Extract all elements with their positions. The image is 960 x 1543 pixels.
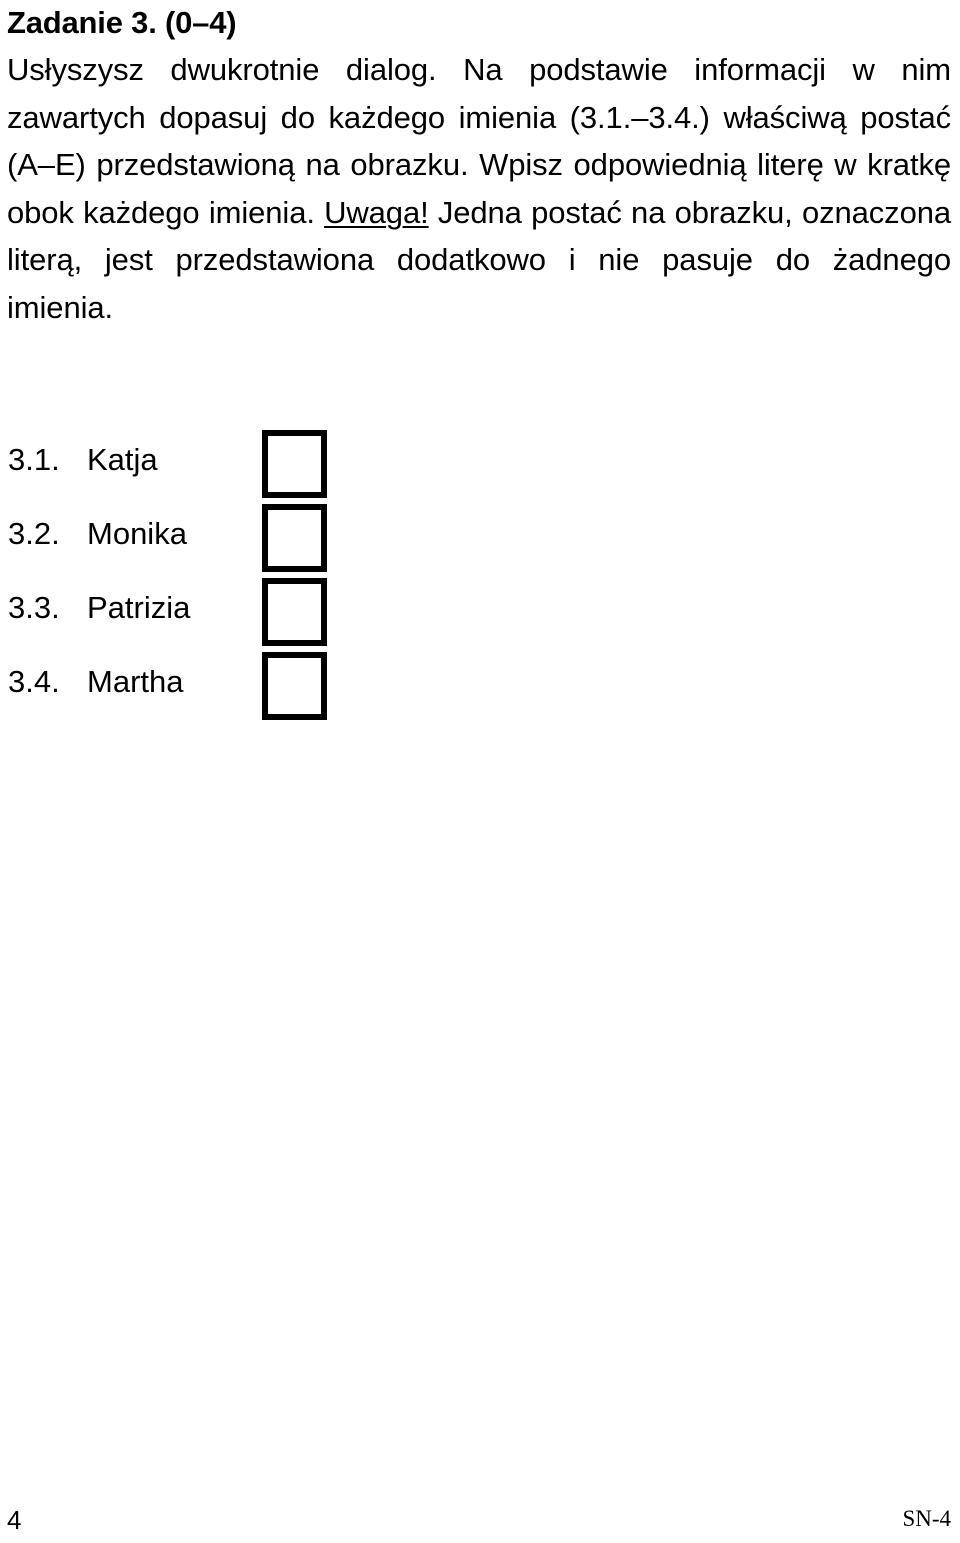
page-number: 4 xyxy=(7,1505,22,1535)
task-title: Zadanie 3. (0–4) xyxy=(7,5,237,40)
answer-row: 3.4. Martha xyxy=(7,650,407,724)
answer-row: 3.2. Monika xyxy=(7,502,407,576)
answer-name: Monika xyxy=(87,516,187,551)
exam-page: Zadanie 3. (0–4) Usłyszysz dwukrotnie di… xyxy=(0,0,960,1543)
answer-row: 3.1. Katja xyxy=(7,428,407,502)
answer-name: Katja xyxy=(87,442,158,477)
instruction-part-1: Usłyszysz dwukrotnie dialog. Na podstawi… xyxy=(7,52,951,87)
task-content: Zadanie 3. (0–4) Usłyszysz dwukrotnie di… xyxy=(7,0,951,331)
answer-box-3-4[interactable] xyxy=(262,652,327,720)
answer-row: 3.3. Patrizia xyxy=(7,576,407,650)
answer-name: Martha xyxy=(87,664,184,699)
answer-box-3-1[interactable] xyxy=(262,430,327,498)
answer-name: Patrizia xyxy=(87,590,191,625)
instruction-part-2: zawartych dopasuj do każdego imienia (3.… xyxy=(7,99,847,135)
answer-number: 3.4. xyxy=(8,664,60,699)
exam-code: SN-4 xyxy=(902,1506,951,1531)
task-instruction: Usłyszysz dwukrotnie dialog. Na podstawi… xyxy=(7,46,951,331)
instruction-part-5: Jedna postać na xyxy=(428,194,666,230)
answer-number: 3.2. xyxy=(8,516,60,551)
answer-list: 3.1. Katja 3.2. Monika 3.3. Patrizia 3.4… xyxy=(7,428,407,724)
answer-number: 3.3. xyxy=(8,590,60,625)
answer-box-3-2[interactable] xyxy=(262,504,327,572)
answer-number: 3.1. xyxy=(8,442,60,477)
answer-box-3-3[interactable] xyxy=(262,578,327,646)
instruction-emphasis-uwaga: Uwaga! xyxy=(324,194,429,230)
